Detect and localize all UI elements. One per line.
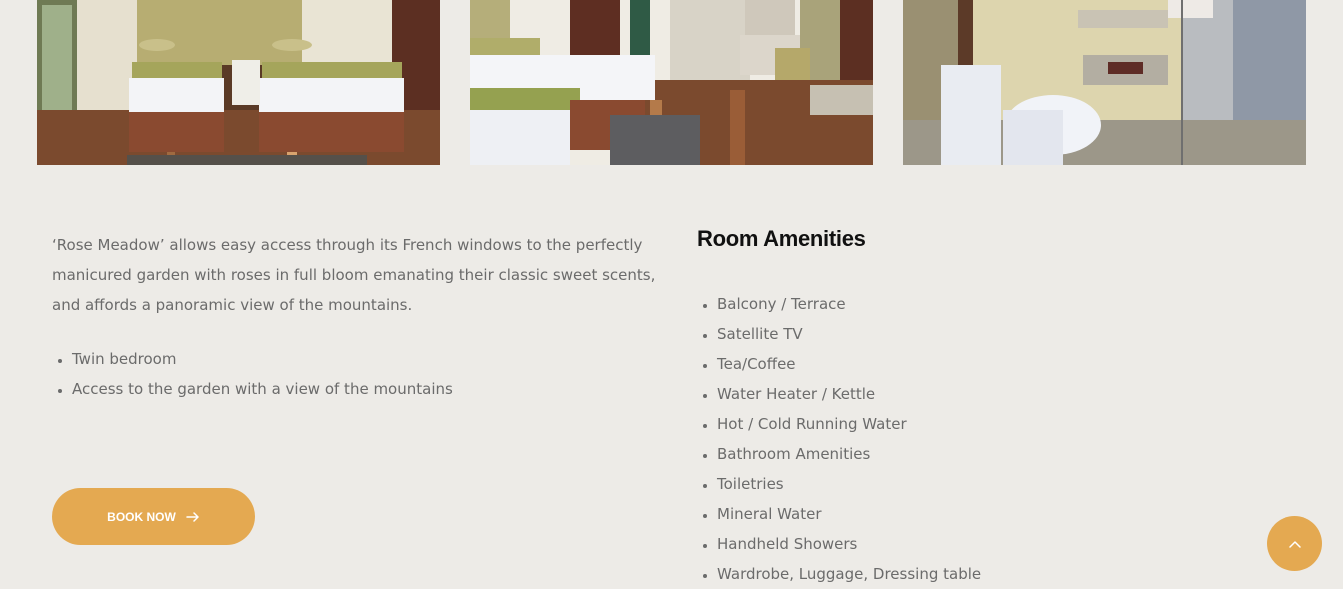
room-detail-page: ‘Rose Meadow’ allows easy access through… xyxy=(0,0,1343,589)
amenities-list: Balcony / Terrace Satellite TV Tea/Coffe… xyxy=(697,289,981,589)
book-now-button[interactable]: BOOK NOW xyxy=(52,488,255,545)
list-item: Mineral Water xyxy=(717,499,981,529)
amenities-heading: Room Amenities xyxy=(697,226,866,251)
book-now-label: BOOK NOW xyxy=(107,509,176,524)
list-item: Twin bedroom xyxy=(72,344,453,374)
list-item: Toiletries xyxy=(717,469,981,499)
list-item: Handheld Showers xyxy=(717,529,981,559)
twin-bedroom-photo[interactable] xyxy=(37,0,440,165)
list-item: Satellite TV xyxy=(717,319,981,349)
bathroom-photo[interactable] xyxy=(903,0,1306,165)
list-item: Wardrobe, Luggage, Dressing table xyxy=(717,559,981,589)
chevron-up-icon xyxy=(1288,536,1301,551)
list-item: Balcony / Terrace xyxy=(717,289,981,319)
list-item: Tea/Coffee xyxy=(717,349,981,379)
list-item: Bathroom Amenities xyxy=(717,439,981,469)
arrow-right-icon xyxy=(186,510,200,524)
list-item: Water Heater / Kettle xyxy=(717,379,981,409)
room-features-list: Twin bedroom Access to the garden with a… xyxy=(52,344,453,404)
room-description: ‘Rose Meadow’ allows easy access through… xyxy=(52,236,656,314)
scroll-to-top-button[interactable] xyxy=(1267,516,1322,571)
room-interior-photo[interactable] xyxy=(470,0,873,165)
list-item: Hot / Cold Running Water xyxy=(717,409,981,439)
list-item: Access to the garden with a view of the … xyxy=(72,374,453,404)
